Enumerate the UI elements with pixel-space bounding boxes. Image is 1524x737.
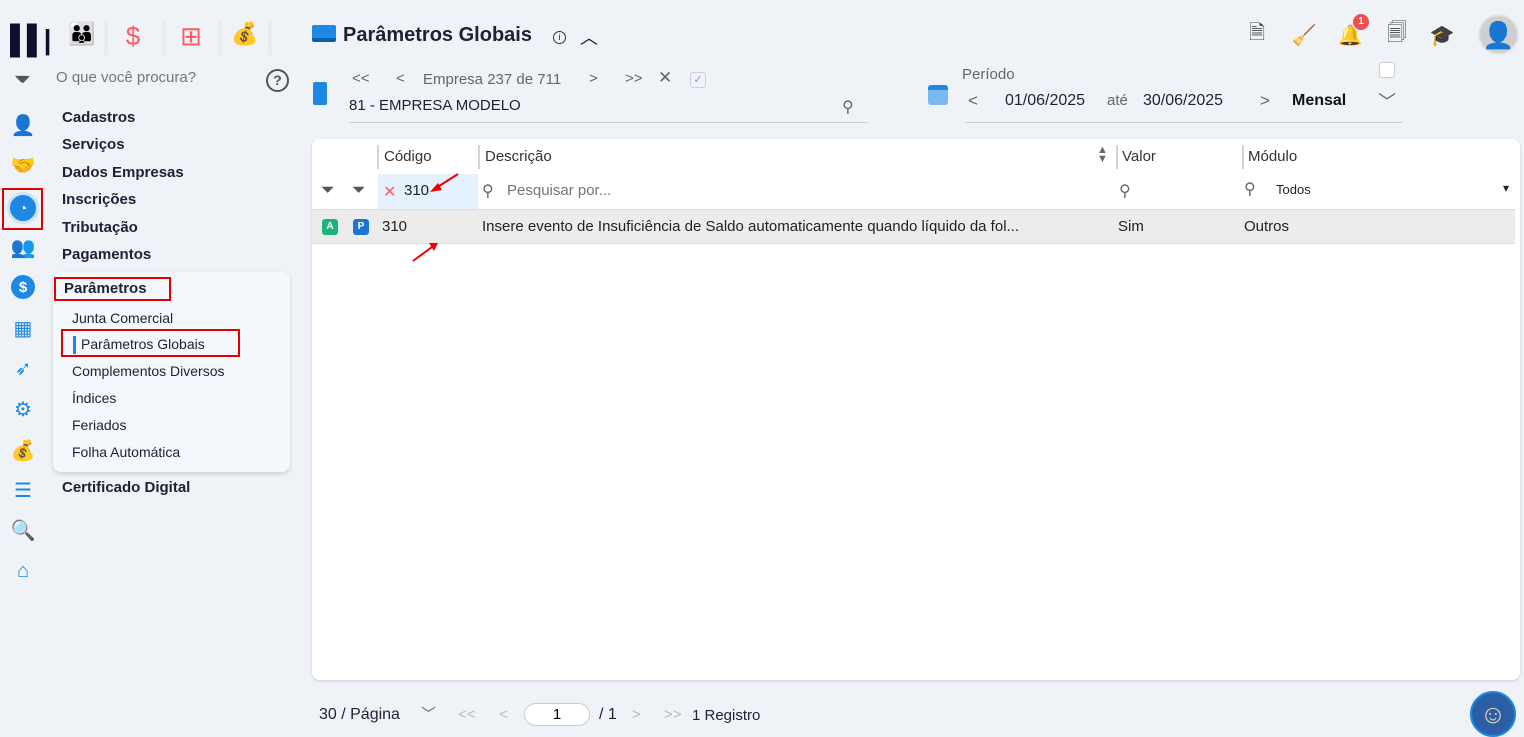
clear-filter-icon[interactable]: ✕ bbox=[383, 182, 396, 202]
rocket-icon[interactable]: ➶ bbox=[10, 355, 36, 381]
per-page-select[interactable]: 30 / Página bbox=[319, 706, 400, 724]
handshake-icon[interactable]: 🤝 bbox=[10, 152, 36, 178]
period-end[interactable]: 30/06/2025 bbox=[1143, 92, 1223, 110]
filter-icon-2[interactable]: ⏷ bbox=[352, 180, 366, 200]
sort-icon[interactable]: ▲ ▼ bbox=[1097, 145, 1108, 165]
total-pages: / 1 bbox=[599, 706, 617, 723]
period-next-button[interactable]: > bbox=[1260, 91, 1270, 111]
avatar[interactable]: 👤 bbox=[1478, 14, 1519, 55]
monitor-icon bbox=[312, 25, 336, 42]
menu-item-cadastros[interactable]: Cadastros bbox=[62, 109, 135, 126]
per-page-chevron-icon[interactable]: ﹀ bbox=[421, 703, 436, 724]
last-company-button[interactable]: >> bbox=[625, 70, 643, 87]
gear-icon[interactable]: ⚙ bbox=[10, 396, 36, 422]
period-sep: até bbox=[1107, 92, 1128, 109]
first-company-button[interactable]: << bbox=[352, 70, 370, 87]
active-indicator bbox=[73, 336, 76, 354]
submenu-complementos-diversos[interactable]: Complementos Diversos bbox=[72, 363, 225, 379]
report-search-icon[interactable]: 🗐 bbox=[1384, 22, 1410, 48]
menu-item-servicos[interactable]: Serviços bbox=[62, 136, 125, 153]
company-of: de bbox=[516, 71, 534, 88]
menu-item-tributacao[interactable]: Tributação bbox=[62, 219, 138, 236]
assistant-avatar[interactable]: ☺ bbox=[1470, 691, 1516, 737]
prev-page-button[interactable]: < bbox=[499, 706, 508, 723]
users-icon[interactable]: 👥 bbox=[10, 234, 36, 260]
chevron-up-icon[interactable]: ︿ bbox=[580, 24, 598, 50]
layers-icon[interactable]: ☰ bbox=[10, 477, 36, 503]
menu-item-inscricoes[interactable]: Inscrições bbox=[62, 191, 136, 208]
modulo-search-icon: ⚲ bbox=[1244, 181, 1256, 198]
money-bag-icon[interactable]: 💰 bbox=[10, 437, 36, 463]
menu-item-pagamentos[interactable]: Pagamentos bbox=[62, 246, 151, 263]
menu-item-dados-empresas[interactable]: Dados Empresas bbox=[62, 164, 184, 181]
col-header-valor[interactable]: Valor bbox=[1122, 148, 1156, 165]
submenu-parametros-globais[interactable]: Parâmetros Globais bbox=[81, 336, 205, 352]
cell-descricao: Insere evento de Insuficiência de Saldo … bbox=[482, 218, 1020, 235]
notification-badge: 1 bbox=[1353, 14, 1369, 30]
calendar-icon bbox=[928, 85, 948, 105]
company-label: Empresa bbox=[423, 71, 484, 88]
broom-icon[interactable]: 🧹 bbox=[1291, 22, 1317, 48]
col-header-codigo[interactable]: Código bbox=[384, 148, 432, 165]
period-label: Período bbox=[962, 66, 1015, 83]
page-input[interactable] bbox=[524, 703, 590, 726]
valor-search-icon[interactable]: ⚲ bbox=[1119, 181, 1131, 201]
logo: ▌▌| bbox=[10, 24, 51, 55]
dollar-circle-icon[interactable]: $ bbox=[11, 275, 35, 299]
calculator-app-icon[interactable]: ⊞ bbox=[162, 21, 216, 55]
prev-company-button[interactable]: < bbox=[396, 70, 405, 87]
home-icon[interactable]: ⌂ bbox=[10, 558, 36, 584]
submenu-feriados[interactable]: Feriados bbox=[72, 417, 126, 433]
company-checkbox[interactable]: ✓ bbox=[690, 72, 706, 88]
submenu-junta-comercial[interactable]: Junta Comercial bbox=[72, 310, 173, 326]
menu-filter-icon: ⏷ bbox=[14, 69, 29, 89]
next-company-button[interactable]: > bbox=[589, 70, 598, 87]
submenu-indices[interactable]: Índices bbox=[72, 390, 116, 406]
company-counter: Empresa 237 de 711 bbox=[423, 71, 561, 88]
menu-search-input[interactable] bbox=[56, 69, 256, 86]
info-icon[interactable]: i bbox=[553, 31, 566, 44]
annotation-arrows bbox=[412, 173, 459, 262]
help-icon[interactable]: ? bbox=[266, 69, 289, 92]
descricao-filter-input[interactable] bbox=[507, 182, 1097, 199]
period-type-select[interactable]: Mensal bbox=[1292, 92, 1346, 110]
descricao-search-icon: ⚲ bbox=[482, 183, 494, 200]
menu-item-certificado-digital[interactable]: Certificado Digital bbox=[62, 479, 190, 496]
modulo-dropdown-icon[interactable]: ▾ bbox=[1503, 181, 1509, 195]
company-current: 237 bbox=[487, 71, 513, 88]
clock-icon[interactable]: ◔ bbox=[7, 192, 39, 224]
period-start[interactable]: 01/06/2025 bbox=[1005, 92, 1085, 110]
people-app-icon[interactable]: 👪 bbox=[60, 21, 104, 55]
clear-company-icon[interactable]: ✕ bbox=[658, 68, 672, 88]
company-search-icon[interactable]: ⚲ bbox=[842, 97, 854, 117]
badge-a: A bbox=[322, 219, 338, 235]
dollar-app-icon[interactable]: $ bbox=[104, 21, 158, 55]
col-header-modulo[interactable]: Módulo bbox=[1248, 148, 1297, 165]
next-page-button[interactable]: > bbox=[632, 706, 641, 723]
badge-p: P bbox=[353, 219, 369, 235]
filter-icon-1[interactable]: ⏷ bbox=[321, 180, 335, 200]
last-page-button[interactable]: >> bbox=[664, 706, 682, 723]
cell-modulo: Outros bbox=[1244, 218, 1290, 235]
calculator-icon[interactable]: ▦ bbox=[10, 315, 36, 341]
money-bag-app-icon[interactable]: 💰 bbox=[218, 21, 272, 55]
document-icon[interactable]: 🗎 bbox=[1244, 22, 1270, 48]
graduation-cap-icon[interactable]: 🎓 bbox=[1429, 22, 1455, 48]
submenu-folha-automatica[interactable]: Folha Automática bbox=[72, 444, 180, 460]
chevron-down-icon[interactable]: ﹀ bbox=[1378, 88, 1396, 114]
page-title: Parâmetros Globais bbox=[343, 24, 532, 46]
modulo-filter-select[interactable]: Todos bbox=[1276, 182, 1311, 197]
company-name[interactable]: 81 - EMPRESA MODELO bbox=[349, 97, 521, 114]
first-page-button[interactable]: << bbox=[458, 706, 476, 723]
building-icon bbox=[313, 82, 327, 105]
user-gear-icon[interactable]: 👤 bbox=[10, 112, 36, 138]
col-header-descricao[interactable]: Descrição bbox=[485, 148, 552, 165]
cell-valor: Sim bbox=[1118, 218, 1144, 235]
period-prev-button[interactable]: < bbox=[968, 91, 978, 111]
period-checkbox[interactable] bbox=[1379, 62, 1395, 78]
company-total: 711 bbox=[537, 71, 562, 88]
menu-item-parametros[interactable]: Parâmetros bbox=[64, 280, 147, 297]
record-count: 1 Registro bbox=[692, 707, 761, 724]
search-icon[interactable]: 🔍 bbox=[10, 517, 36, 543]
